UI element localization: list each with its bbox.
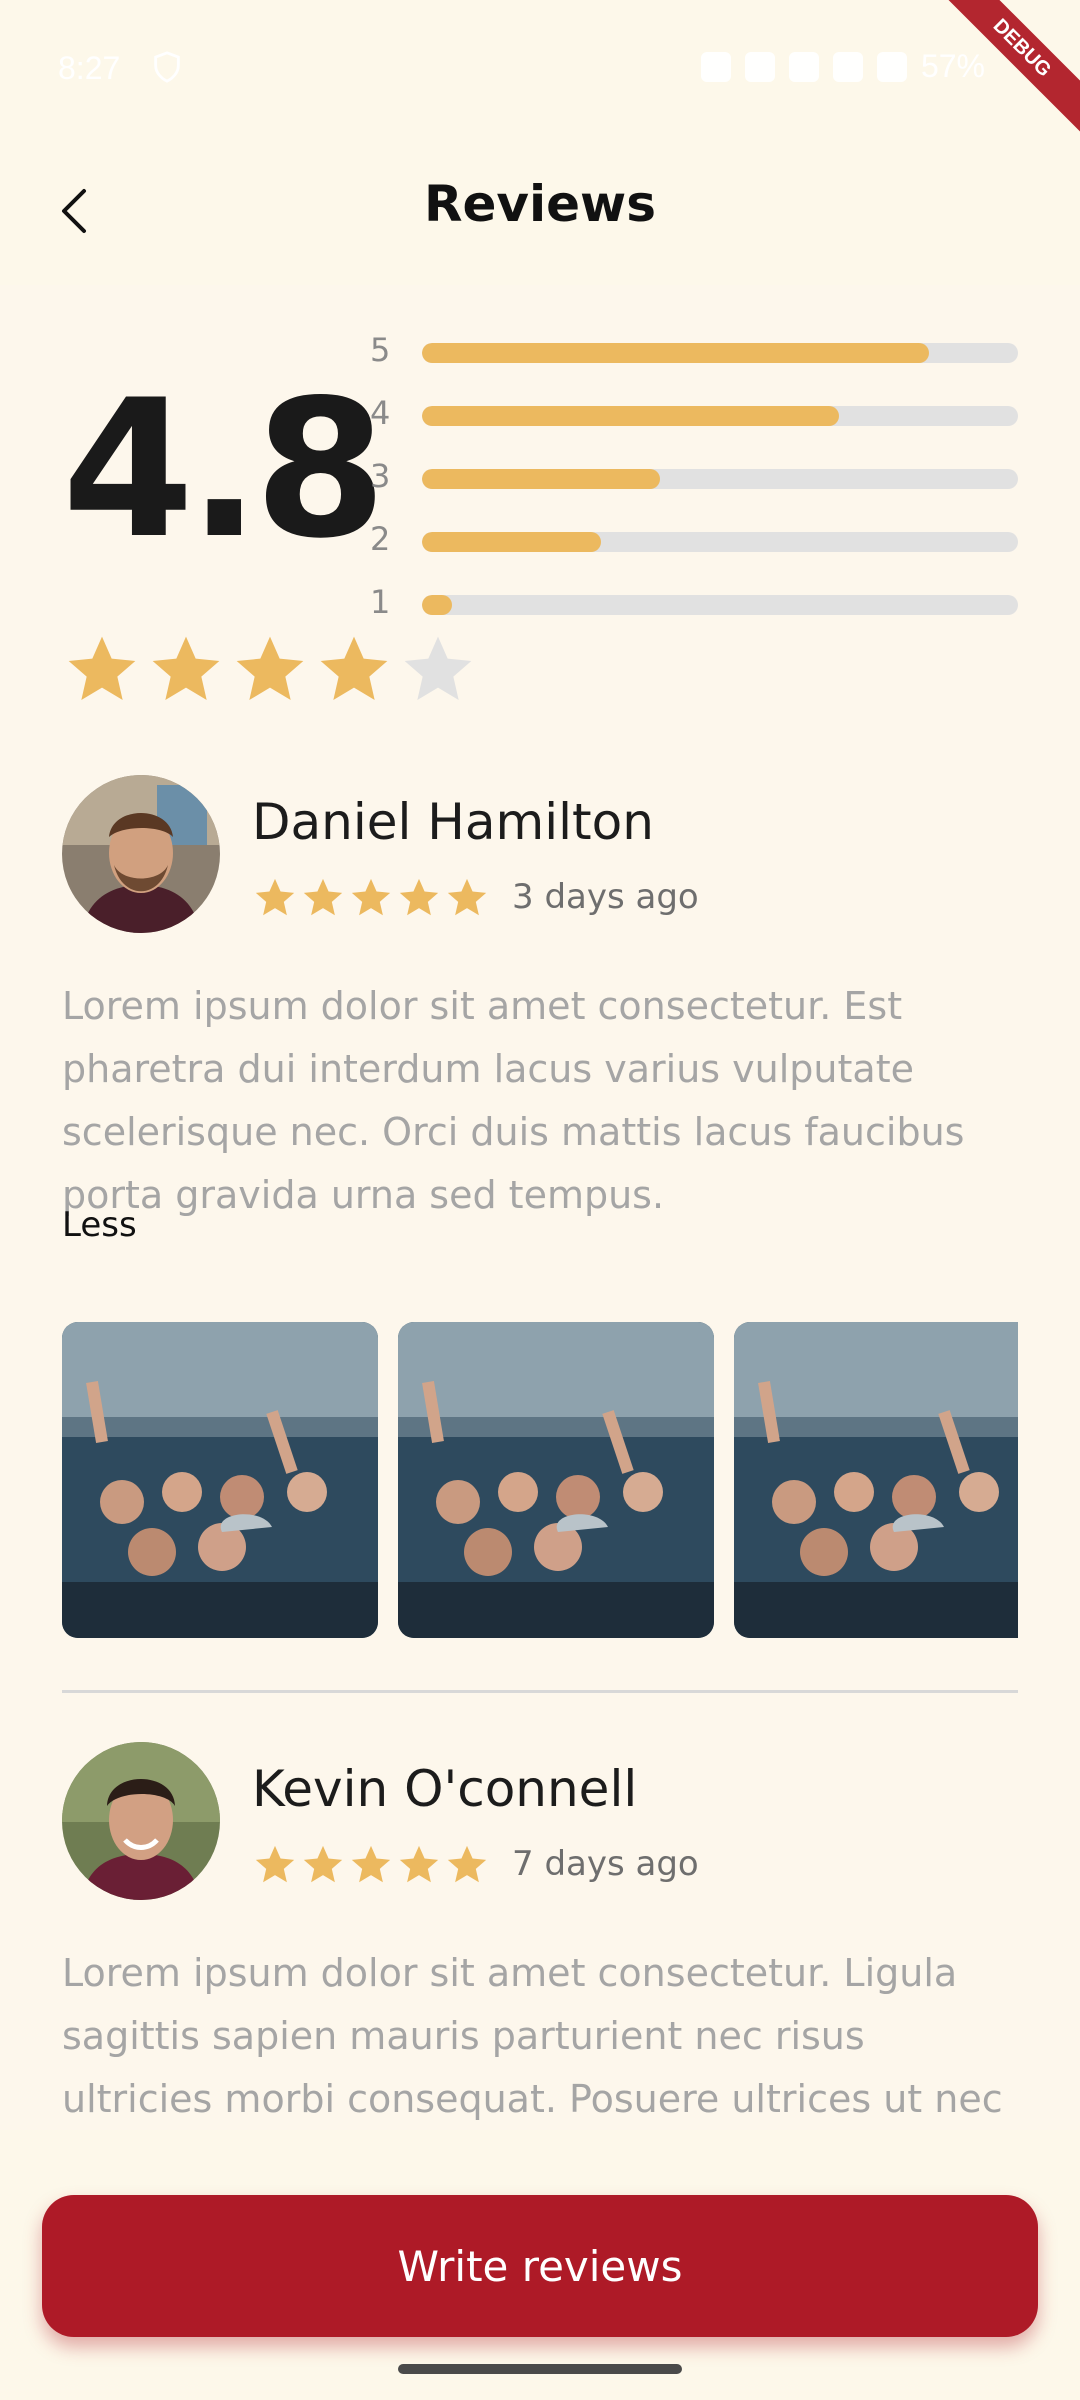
review-date: 3 days ago: [512, 877, 699, 917]
battery-icon: [876, 51, 907, 82]
star-filled-icon: [447, 878, 487, 916]
rating-bar-label: 2: [370, 520, 391, 558]
review-divider: [62, 1690, 1018, 1693]
reviewer-name: Daniel Hamilton: [252, 793, 654, 851]
app-bar: Reviews: [0, 135, 1080, 285]
star-filled-icon: [351, 1845, 391, 1883]
rating-bar-fill: [422, 469, 661, 489]
review-card: Daniel Hamilton 3 days ago Lorem ipsum d…: [62, 775, 1018, 1295]
write-reviews-button[interactable]: Write reviews: [42, 2195, 1038, 2337]
do-not-disturb-icon: [744, 51, 775, 82]
avatar: [62, 775, 220, 933]
rating-bar-5: 5: [370, 330, 1020, 370]
star-filled-icon: [351, 878, 391, 916]
rating-bar-track: [422, 343, 1018, 363]
show-less-link[interactable]: Less: [62, 1205, 137, 1245]
star-filled-icon: [303, 878, 343, 916]
star-filled-icon: [255, 1845, 295, 1883]
avatar: [62, 1742, 220, 1900]
rating-bar-label: 5: [370, 331, 391, 369]
rating-summary: 4.8 5 4 3 2 1: [0, 285, 1080, 715]
battery-percentage: 57%: [920, 48, 985, 84]
review-photo[interactable]: [398, 1322, 714, 1638]
average-rating: 4.8: [62, 359, 387, 580]
status-bar: 8:27 57% DEBUG: [0, 0, 1080, 146]
rating-bar-4: 4: [370, 393, 1020, 433]
status-time: 8:27: [58, 50, 121, 86]
rating-bar-1: 1: [370, 582, 1020, 622]
rating-bar-label: 1: [370, 583, 391, 621]
star-filled-icon: [236, 636, 304, 700]
rating-bar-fill: [422, 406, 840, 426]
signal-icon: [832, 51, 863, 82]
review-stars: [252, 875, 490, 921]
summary-stars: [62, 630, 478, 710]
shield-icon: [154, 51, 180, 83]
rating-bar-track: [422, 469, 1018, 489]
star-filled-icon: [399, 1845, 439, 1883]
review-photo-strip[interactable]: [62, 1322, 1018, 1638]
rating-bar-track: [422, 532, 1018, 552]
home-indicator[interactable]: [398, 2364, 682, 2374]
page-title: Reviews: [423, 175, 656, 233]
wifi-icon: [788, 51, 819, 82]
star-filled-icon: [320, 636, 388, 700]
review-photo[interactable]: [62, 1322, 378, 1638]
rating-bar-fill: [422, 595, 452, 615]
rating-bar-label: 4: [370, 394, 391, 432]
review-stars: [252, 1842, 490, 1888]
reviewer-name: Kevin O'connell: [252, 1760, 638, 1818]
bottom-action-panel: Write reviews: [0, 2130, 1080, 2400]
rating-bar-fill: [422, 532, 601, 552]
rating-bar-track: [422, 595, 1018, 615]
rating-bar-track: [422, 406, 1018, 426]
review-photo[interactable]: [734, 1322, 1018, 1638]
rating-bar-2: 2: [370, 519, 1020, 559]
star-empty-icon: [404, 636, 472, 700]
star-filled-icon: [399, 878, 439, 916]
star-filled-icon: [447, 1845, 487, 1883]
review-card: Kevin O'connell 7 days ago Lorem ipsum d…: [62, 1742, 1018, 2142]
rating-bar-3: 3: [370, 456, 1020, 496]
star-filled-icon: [303, 1845, 343, 1883]
star-filled-icon: [255, 878, 295, 916]
status-icons: 57%: [700, 48, 985, 85]
review-date: 7 days ago: [512, 1844, 699, 1884]
star-filled-icon: [152, 636, 220, 700]
review-text: Lorem ipsum dolor sit amet consectetur. …: [62, 984, 965, 1217]
rating-bar-label: 3: [370, 457, 391, 495]
review-text: Lorem ipsum dolor sit amet consectetur. …: [62, 1951, 1003, 2121]
star-filled-icon: [68, 636, 136, 700]
rating-bar-fill: [422, 343, 929, 363]
bluetooth-icon: [700, 51, 731, 82]
